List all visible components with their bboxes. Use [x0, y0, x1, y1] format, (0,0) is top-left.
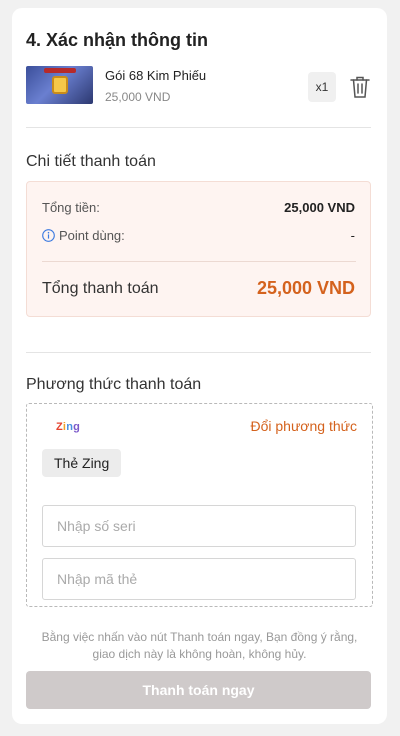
points-row: Point dùng: — [42, 228, 125, 243]
total-label: Tổng tiền: — [42, 200, 100, 215]
quantity-badge[interactable]: x1 — [308, 72, 336, 102]
product-row: Gói 68 Kim Phiếu 25,000 VND x1 — [26, 66, 371, 112]
points-value: - — [350, 228, 355, 243]
zing-logo: Zing — [56, 421, 81, 433]
trash-icon[interactable] — [348, 74, 372, 100]
payment-summary-box: Tổng tiền: 25,000 VND Point dùng: - Tổng… — [26, 181, 371, 317]
payment-details-title: Chi tiết thanh toán — [26, 153, 156, 170]
card-code-input[interactable] — [42, 558, 356, 600]
confirmation-card: 4. Xác nhận thông tin Gói 68 Kim Phiếu 2… — [12, 8, 387, 724]
payment-method-box: Zing Đổi phương thức Thẻ Zing — [26, 403, 373, 607]
payment-method-title: Phương thức thanh toán — [26, 376, 202, 393]
serial-input[interactable] — [42, 505, 356, 547]
selected-card-chip[interactable]: Thẻ Zing — [42, 449, 122, 477]
grand-total-label: Tổng thanh toán — [42, 280, 159, 297]
product-thumbnail — [26, 66, 93, 104]
divider — [26, 352, 371, 353]
change-method-link[interactable]: Đổi phương thức — [250, 418, 357, 434]
summary-divider — [42, 261, 356, 262]
divider — [26, 127, 371, 128]
points-label: Point dùng: — [59, 228, 125, 243]
disclaimer-text: Bằng việc nhấn vào nút Thanh toán ngay, … — [41, 630, 358, 661]
total-value: 25,000 VND — [284, 200, 355, 215]
grand-total-value: 25,000 VND — [256, 278, 355, 298]
pay-now-button[interactable]: Thanh toán ngay — [26, 671, 371, 709]
product-price: 25,000 VND — [105, 90, 171, 104]
section-title: 4. Xác nhận thông tin — [26, 30, 209, 50]
info-icon[interactable] — [42, 229, 55, 242]
product-name: Gói 68 Kim Phiếu — [105, 68, 207, 83]
